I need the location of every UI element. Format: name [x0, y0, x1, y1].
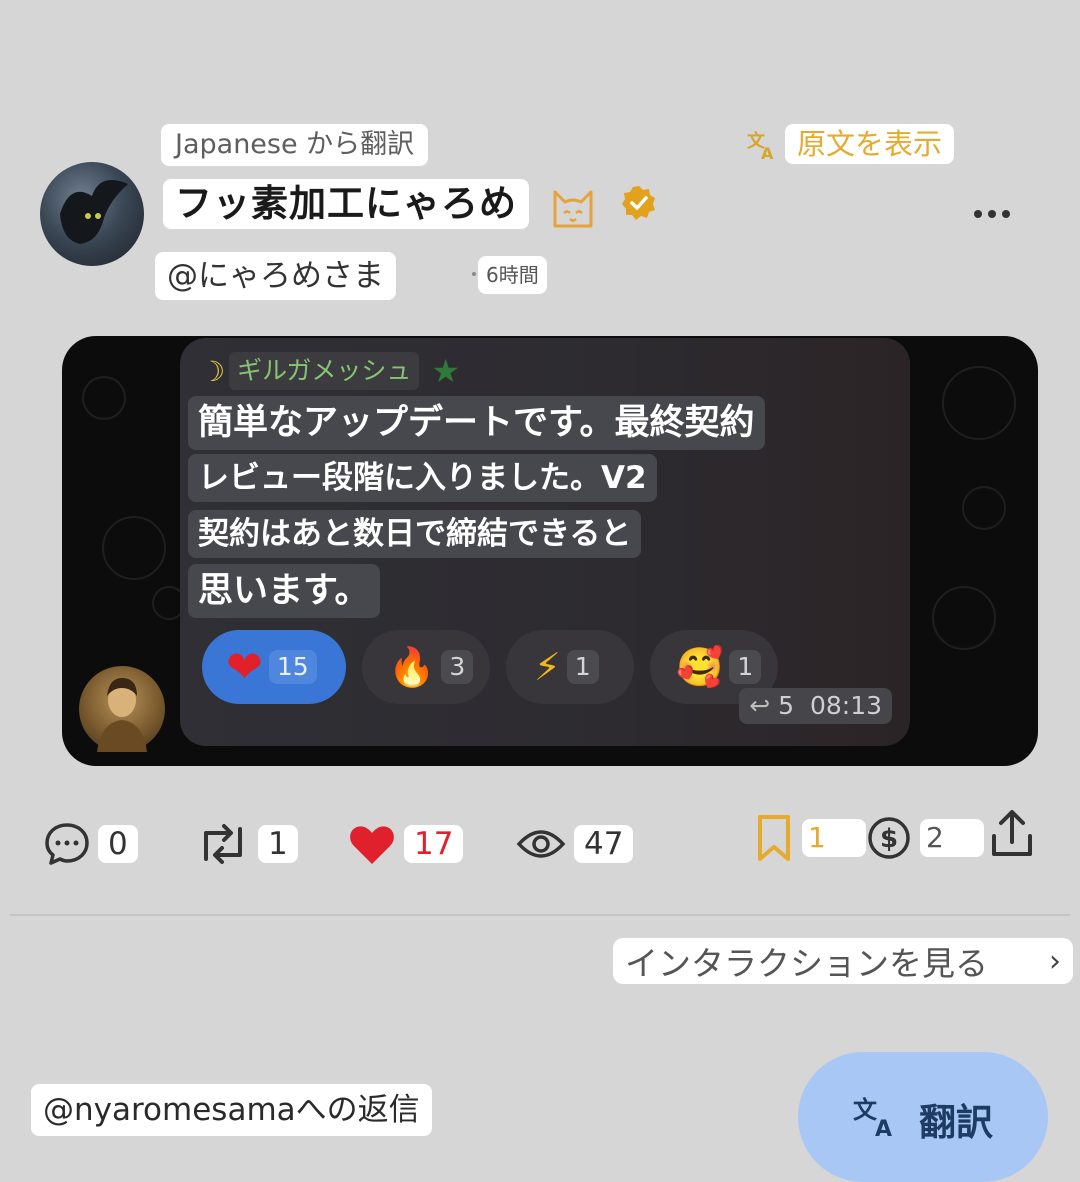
- repost-icon: [204, 824, 242, 864]
- author-avatar[interactable]: [40, 162, 144, 266]
- separator-dot: [472, 272, 476, 276]
- sender-name: ギルガメッシュ: [229, 352, 420, 390]
- doodle-decoration: [962, 486, 1006, 530]
- show-original-button[interactable]: 文 A 原文を表示: [745, 124, 955, 164]
- comment-button[interactable]: 0: [44, 816, 138, 872]
- chat-sender: ☽ ギルガメッシュ ★: [200, 352, 460, 390]
- repost-button[interactable]: 1: [196, 816, 298, 872]
- fire-icon: 🔥: [388, 644, 436, 689]
- comment-count: 0: [98, 825, 138, 863]
- eye-icon: [516, 830, 566, 858]
- author-display-name[interactable]: フッ素加工にゃろめ: [163, 179, 529, 229]
- smiling-face-hearts-icon: 🥰: [676, 644, 724, 689]
- reply-to-label[interactable]: @nyaromesamaへの返信: [31, 1084, 432, 1136]
- cat-face-icon: [550, 186, 596, 228]
- translate-icon: 文 A: [853, 1096, 892, 1138]
- view-count: 47: [574, 825, 634, 863]
- translate-button-label: 翻訳: [919, 1101, 993, 1144]
- translate-button[interactable]: 文 A 翻訳: [798, 1052, 1048, 1182]
- view-interactions-link[interactable]: インタラクションを見る ›: [613, 938, 1073, 984]
- translated-from-label: Japanese から翻訳: [161, 124, 429, 166]
- verified-badge-icon: [620, 184, 658, 222]
- share-button[interactable]: [988, 808, 1036, 860]
- reaction-count: 3: [441, 650, 474, 684]
- post-time: 6時間: [478, 256, 547, 294]
- sender-avatar: [79, 666, 165, 752]
- chevron-right-icon: ›: [1049, 943, 1061, 979]
- like-count: 17: [404, 825, 464, 863]
- reaction-count: 15: [268, 650, 317, 684]
- show-original-label: 原文を表示: [785, 124, 955, 164]
- doodle-decoration: [102, 516, 166, 580]
- star-icon: ★: [431, 352, 461, 390]
- message-time: 08:13: [809, 691, 882, 720]
- doodle-decoration: [942, 366, 1016, 440]
- heart-icon: [350, 826, 394, 864]
- reaction-fire[interactable]: 🔥 3: [362, 630, 490, 704]
- author-handle[interactable]: @にゃろめさま: [155, 252, 396, 300]
- share-icon: [992, 810, 1032, 856]
- message-line: 契約はあと数日で締結できると: [188, 510, 642, 558]
- bookmark-button[interactable]: 1: [754, 810, 866, 866]
- message-line: レビュー段階に入りました。V2: [188, 454, 657, 502]
- divider: [10, 914, 1070, 916]
- lightning-icon: ⚡: [534, 645, 561, 689]
- reaction-lightning[interactable]: ⚡ 1: [506, 630, 634, 704]
- translate-icon: 文 A: [745, 127, 779, 163]
- heart-icon: ❤: [226, 641, 263, 693]
- moon-icon: ☽: [200, 354, 226, 388]
- reaction-heart[interactable]: ❤ 15: [202, 630, 346, 704]
- reaction-count: 1: [729, 650, 762, 684]
- comment-icon: [45, 823, 89, 865]
- tip-count: 2: [920, 819, 984, 857]
- doodle-decoration: [932, 586, 996, 650]
- view-interactions-label: インタラクションを見る: [625, 944, 988, 983]
- svg-text:A: A: [761, 144, 774, 161]
- bookmark-count: 1: [802, 819, 866, 857]
- repost-count: 1: [258, 825, 298, 863]
- reaction-count: 1: [566, 650, 599, 684]
- svg-text:A: A: [875, 1117, 892, 1138]
- message-line: 思います。: [188, 564, 380, 618]
- message-line: 簡単なアップデートです。最終契約: [188, 396, 765, 450]
- svg-text:$: $: [880, 824, 898, 854]
- like-button[interactable]: 17: [348, 816, 464, 872]
- bookmark-icon: [758, 815, 790, 861]
- doodle-decoration: [82, 376, 126, 420]
- tip-button[interactable]: $ 2: [866, 810, 984, 866]
- views-indicator[interactable]: 47: [516, 816, 634, 872]
- dollar-coin-icon: $: [868, 817, 910, 859]
- embedded-chat-image[interactable]: ☽ ギルガメッシュ ★ 簡単なアップデートです。最終契約 レビュー段階に入りまし…: [62, 336, 1038, 766]
- message-meta: ↩ 5 08:13: [739, 688, 892, 724]
- more-options-icon[interactable]: [970, 200, 1014, 228]
- reply-arrow-icon: ↩: [749, 691, 771, 720]
- reply-count: 5: [778, 691, 794, 720]
- chat-message-bubble: ☽ ギルガメッシュ ★ 簡単なアップデートです。最終契約 レビュー段階に入りまし…: [180, 338, 910, 746]
